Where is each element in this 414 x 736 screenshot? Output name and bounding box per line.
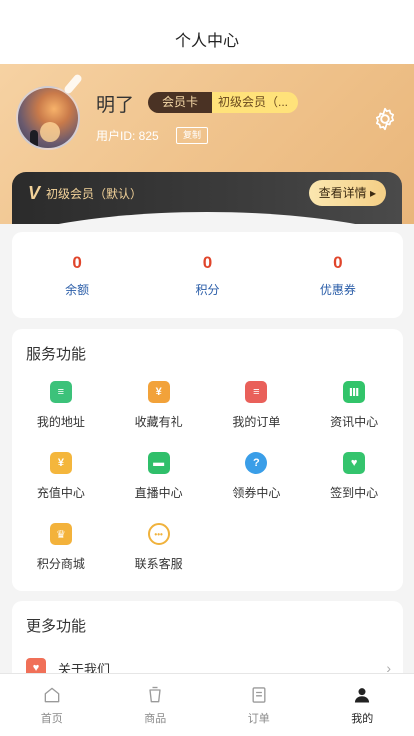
list-icon [252, 686, 266, 703]
tab-home[interactable]: 首页 [0, 674, 104, 736]
service-label: 签到中心 [330, 486, 379, 500]
member-level-label: 初级会员（... [212, 92, 299, 113]
service-label: 领券中心 [232, 486, 281, 500]
tab-label: 我的 [351, 712, 374, 725]
profile-header: 明了 会员卡 初级会员（... 用户ID: 825 复制 V 初级会员（默认） … [0, 64, 414, 224]
services-title: 服务功能 [26, 346, 87, 363]
tab-label: 首页 [40, 712, 63, 725]
service-icon: ••• [147, 523, 170, 545]
more-title: 更多功能 [26, 618, 87, 635]
vip-level-text: 初级会员（默认） [46, 187, 143, 201]
tab-mine[interactable]: 我的 [311, 674, 414, 736]
service-coupon-center[interactable]: ? 领券中心 [208, 452, 306, 501]
services-panel: 服务功能 ≡ 我的地址 ¥ 收藏有礼 ≡ 我的订单 Ⅲ 资讯中心 ¥ 充值中心 … [12, 329, 403, 591]
balance-label: 余额 [65, 282, 90, 297]
service-label: 我的地址 [36, 415, 85, 429]
member-card-tag[interactable]: 会员卡 初级会员（... [148, 92, 299, 113]
copy-id-button[interactable]: 复制 [176, 127, 209, 144]
avatar-figure [30, 130, 38, 146]
tab-bar: 首页 商品 订单 我的 [0, 673, 414, 736]
services-grid: ≡ 我的地址 ¥ 收藏有礼 ≡ 我的订单 Ⅲ 资讯中心 ¥ 充值中心 ▬ 直播中… [12, 381, 403, 572]
service-recharge[interactable]: ¥ 充值中心 [12, 452, 110, 501]
vip-badge-icon: V [28, 183, 41, 203]
tab-label: 商品 [144, 712, 167, 725]
service-label: 充值中心 [36, 486, 85, 500]
navbar: 个人中心 [0, 0, 414, 64]
account-stats: 0 余额 0 积分 0 优惠券 [12, 232, 403, 318]
service-label: 资讯中心 [330, 415, 379, 429]
home-icon [44, 687, 60, 702]
cup-icon [149, 686, 161, 702]
service-news-center[interactable]: Ⅲ 资讯中心 [305, 381, 403, 430]
points-label: 积分 [195, 282, 220, 297]
points-value: 0 [202, 252, 213, 272]
tab-orders[interactable]: 订单 [207, 674, 311, 736]
stat-balance[interactable]: 0 余额 [12, 232, 142, 318]
order-icon: ≡ [245, 381, 268, 403]
recharge-icon: ¥ [49, 452, 72, 474]
coupon-icon: ? [245, 452, 268, 474]
stat-points[interactable]: 0 积分 [142, 232, 272, 318]
avatar-sun [40, 122, 60, 142]
service-my-orders[interactable]: ≡ 我的订单 [208, 381, 306, 430]
service-label: 联系客服 [134, 557, 183, 571]
avatar[interactable] [16, 86, 80, 150]
coupons-label: 优惠券 [319, 282, 356, 297]
member-card-label: 会员卡 [148, 92, 213, 113]
service-my-address[interactable]: ≡ 我的地址 [12, 381, 110, 430]
page-title: 个人中心 [174, 33, 239, 50]
service-label: 我的订单 [232, 415, 281, 429]
balance-value: 0 [72, 252, 82, 272]
service-label: 收藏有礼 [134, 415, 183, 429]
service-checkin[interactable]: ♥ 签到中心 [305, 452, 403, 501]
service-customer-service[interactable]: ••• 联系客服 [110, 523, 208, 572]
service-label: 直播中心 [134, 486, 183, 500]
service-points-mall[interactable]: ♛ 积分商城 [12, 523, 110, 572]
checkin-icon: ♥ [343, 452, 366, 474]
tab-products[interactable]: 商品 [104, 674, 208, 736]
view-details-button[interactable]: 查看详情 ▸ [308, 180, 386, 206]
news-icon: Ⅲ [343, 381, 366, 403]
username: 明了 [96, 95, 135, 116]
stat-coupons[interactable]: 0 优惠券 [273, 232, 403, 318]
user-id: 用户ID: 825 [96, 129, 159, 143]
live-icon: ▬ [147, 452, 170, 474]
tab-label: 订单 [247, 712, 270, 725]
coupons-value: 0 [333, 252, 343, 272]
service-live[interactable]: ▬ 直播中心 [110, 452, 208, 501]
service-collect-gift[interactable]: ¥ 收藏有礼 [110, 381, 208, 430]
crown-icon: ♛ [49, 523, 72, 545]
sparkle-icon [62, 73, 84, 95]
service-label: 积分商城 [36, 557, 85, 571]
gift-icon: ¥ [147, 381, 170, 403]
gear-icon[interactable] [372, 106, 398, 132]
address-icon: ≡ [49, 381, 72, 403]
user-icon [355, 687, 370, 702]
